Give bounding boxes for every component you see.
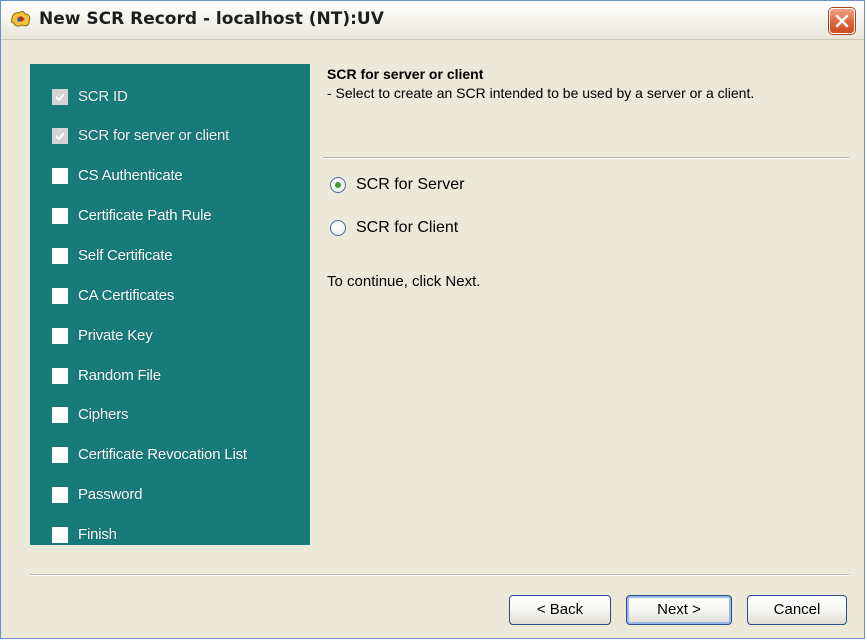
- page-description: - Select to create an SCR intended to be…: [327, 85, 755, 101]
- step-label: CA Certificates: [78, 287, 175, 304]
- title-bar[interactable]: New SCR Record - localhost (NT):UV: [1, 1, 864, 40]
- checkmark-icon: [55, 93, 65, 102]
- close-icon: [835, 14, 849, 28]
- step-label: CS Authenticate: [78, 167, 183, 184]
- divider: [323, 157, 849, 159]
- close-button[interactable]: [829, 8, 855, 34]
- back-button[interactable]: < Back: [509, 595, 611, 625]
- step-checkbox-checked: [52, 89, 68, 105]
- dialog-window: New SCR Record - localhost (NT):UV SCR I…: [0, 0, 865, 639]
- step-label: Certificate Path Rule: [78, 207, 212, 224]
- app-icon: [10, 10, 32, 28]
- step-label: Password: [78, 486, 143, 503]
- step-label: Random File: [78, 367, 161, 384]
- step-label: SCR ID: [78, 88, 128, 105]
- checkmark-icon: [55, 132, 65, 141]
- next-button[interactable]: Next >: [626, 595, 732, 625]
- step-checkbox: [52, 407, 68, 423]
- page-heading: SCR for server or client: [327, 66, 484, 82]
- step-checkbox: [52, 447, 68, 463]
- radio-label[interactable]: SCR for Client: [356, 219, 458, 237]
- step-label: Private Key: [78, 327, 153, 344]
- radio-dot-icon: [335, 182, 341, 188]
- step-label: Self Certificate: [78, 247, 173, 264]
- divider: [30, 574, 849, 576]
- radio-button[interactable]: [330, 220, 346, 236]
- window-title: New SCR Record - localhost (NT):UV: [39, 9, 384, 29]
- radio-label[interactable]: SCR for Server: [356, 176, 464, 194]
- step-checkbox: [52, 527, 68, 543]
- radio-button-selected[interactable]: [330, 177, 346, 193]
- step-checkbox: [52, 368, 68, 384]
- step-checkbox: [52, 328, 68, 344]
- step-checkbox: [52, 248, 68, 264]
- step-label: Ciphers: [78, 406, 129, 423]
- step-label: Finish: [78, 526, 117, 543]
- wizard-steps-panel: SCR ID SCR for server or client CS Authe…: [30, 64, 310, 545]
- step-label: SCR for server or client: [78, 127, 230, 144]
- step-checkbox: [52, 288, 68, 304]
- step-checkbox: [52, 208, 68, 224]
- cancel-button[interactable]: Cancel: [747, 595, 847, 625]
- step-checkbox-checked: [52, 128, 68, 144]
- step-checkbox: [52, 487, 68, 503]
- step-checkbox: [52, 168, 68, 184]
- continue-instructions: To continue, click Next.: [327, 273, 481, 290]
- step-label: Certificate Revocation List: [78, 446, 247, 463]
